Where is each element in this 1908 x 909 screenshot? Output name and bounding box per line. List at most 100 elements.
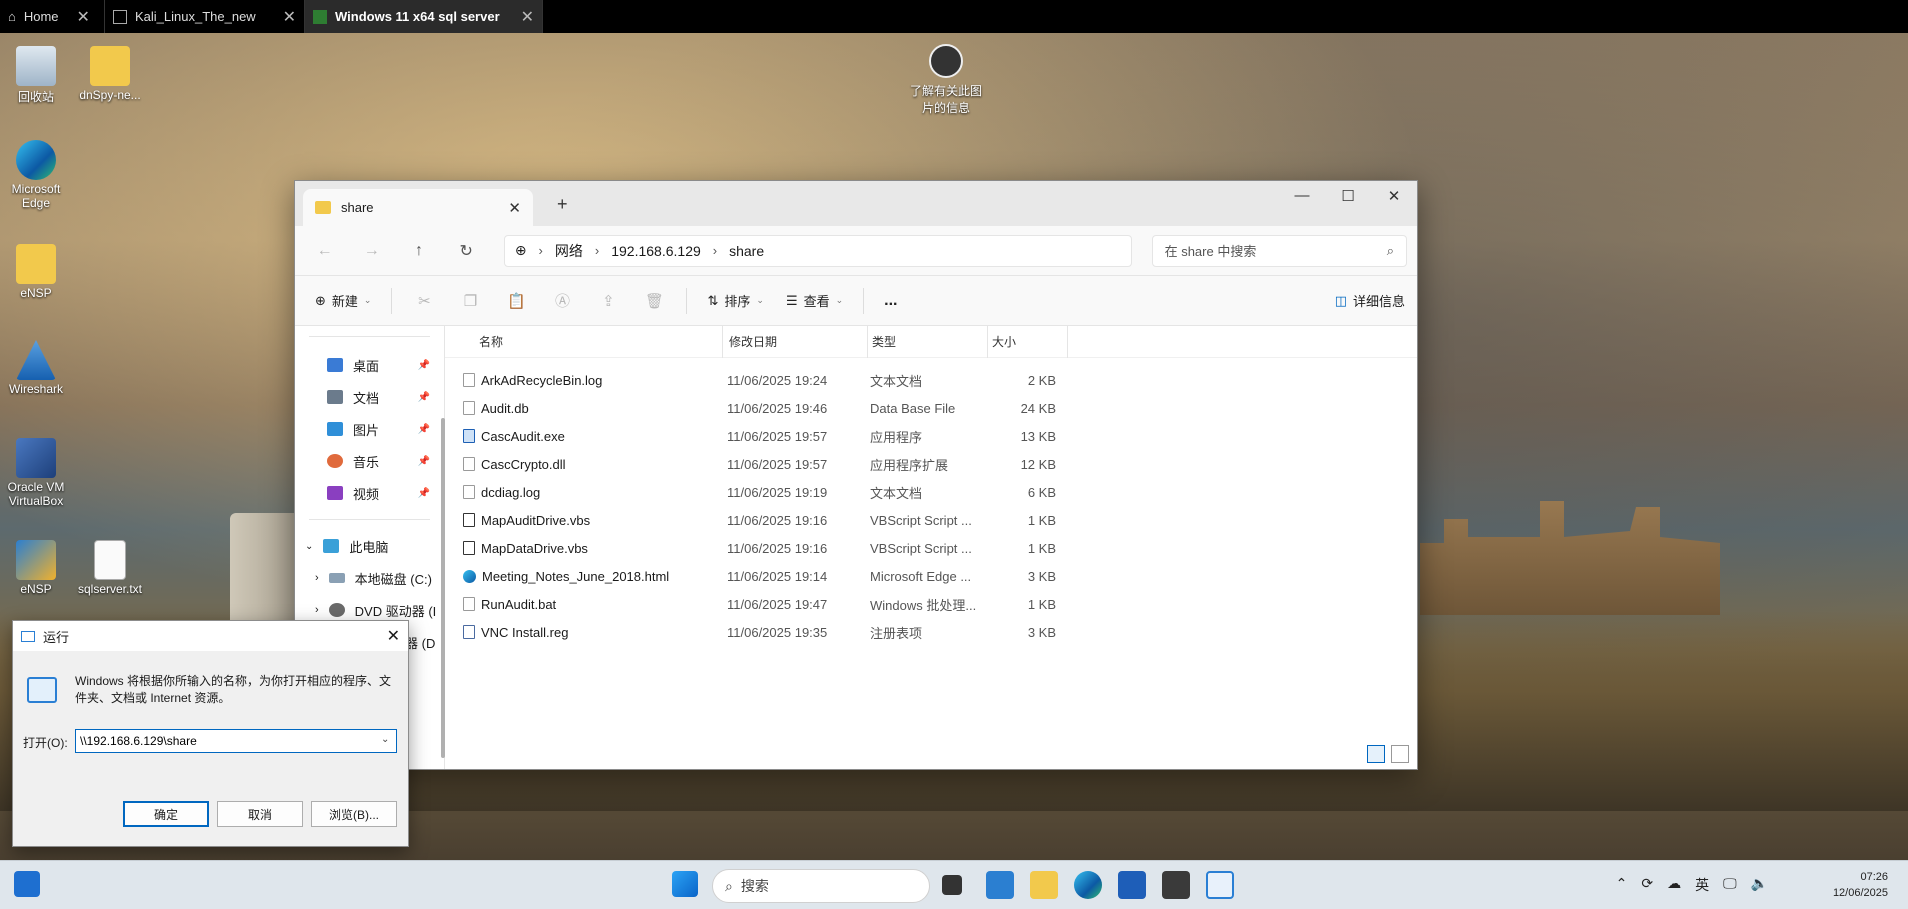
run-dialog-titlebar: 运行 ✕: [13, 621, 408, 651]
sort-button[interactable]: ⇅ 排序 ⌄: [699, 287, 771, 314]
command-bar: ⊕ 新建 ⌄ ✂ ❐ 📋 Ⓐ ⇪ 🗑 ⇅ 排序 ⌄ ☰ 查看 ⌄ ... ◫ 详…: [295, 276, 1417, 326]
file-row[interactable]: CascAudit.exe 11/06/2025 19:57 应用程序 13 K…: [445, 422, 1417, 450]
nav-item-documents[interactable]: 文档 📌: [295, 381, 444, 413]
chevron-right-icon: ›: [315, 572, 319, 584]
registry-file-icon: [463, 625, 475, 639]
forward-button[interactable]: →: [352, 242, 391, 260]
onedrive-icon[interactable]: ☁: [1667, 875, 1681, 895]
desktop-icon-wireshark[interactable]: Wireshark: [0, 340, 72, 396]
desktop-icon-sqlserver-txt[interactable]: sqlserver.txt: [74, 540, 146, 596]
new-button[interactable]: ⊕ 新建 ⌄: [307, 287, 379, 314]
view-button[interactable]: ☰ 查看 ⌄: [778, 287, 851, 314]
copy-button[interactable]: ❐: [450, 288, 490, 314]
terminal-icon[interactable]: [1162, 871, 1190, 899]
chevron-up-icon[interactable]: ⌃: [1616, 875, 1628, 895]
column-date[interactable]: 修改日期: [723, 325, 868, 358]
file-row[interactable]: CascCrypto.dll 11/06/2025 19:57 应用程序扩展 1…: [445, 450, 1417, 478]
desktop-icon-dnspy[interactable]: dnSpy-ne...: [74, 46, 146, 102]
new-tab-button[interactable]: +: [557, 194, 568, 215]
vm-tab-home[interactable]: ⌂ Home ✕: [0, 0, 105, 33]
file-type: 文本文档: [870, 373, 923, 389]
task-view-icon[interactable]: [942, 875, 962, 895]
nav-item-desktop[interactable]: 桌面 📌: [295, 349, 444, 381]
explorer-tab[interactable]: share ✕: [303, 189, 533, 226]
run-command-input[interactable]: [75, 729, 397, 753]
network-icon[interactable]: 🖵: [1723, 875, 1737, 895]
chevron-down-icon[interactable]: ⌄: [381, 734, 389, 745]
breadcrumb-folder[interactable]: share: [729, 243, 764, 259]
desktop-icon-virtualbox[interactable]: Oracle VM VirtualBox: [0, 438, 72, 508]
column-type[interactable]: 类型: [868, 325, 988, 358]
run-taskbar-icon[interactable]: [1206, 871, 1234, 899]
close-icon[interactable]: ✕: [521, 7, 534, 27]
browse-button[interactable]: 浏览(B)...: [311, 801, 397, 827]
cancel-button[interactable]: 取消: [217, 801, 303, 827]
up-button[interactable]: ↑: [399, 242, 438, 260]
ime-indicator[interactable]: 英: [1695, 875, 1709, 895]
address-bar[interactable]: ⊕ › 网络 › 192.168.6.129 › share: [503, 234, 1132, 267]
details-view-button[interactable]: [1367, 745, 1385, 763]
share-button[interactable]: ⇪: [588, 288, 628, 314]
chevron-down-icon: ⌄: [305, 540, 314, 552]
desktop-icon-ensp-folder[interactable]: eNSP: [0, 244, 72, 300]
file-row[interactable]: dcdiag.log 11/06/2025 19:19 文本文档 6 KB: [445, 478, 1417, 506]
file-row[interactable]: ArkAdRecycleBin.log 11/06/2025 19:24 文本文…: [445, 366, 1417, 394]
close-icon[interactable]: ✕: [387, 626, 400, 646]
taskbar-search[interactable]: ⌕ 搜索: [712, 869, 930, 903]
refresh-button[interactable]: ↻: [447, 241, 486, 261]
column-size[interactable]: 大小: [988, 325, 1068, 358]
file-type: 应用程序: [870, 429, 923, 445]
paste-button[interactable]: 📋: [496, 288, 536, 314]
desktop-icon-recycle-bin[interactable]: 回收站: [0, 46, 72, 105]
breadcrumb-host[interactable]: 192.168.6.129: [611, 243, 701, 259]
close-icon[interactable]: ✕: [77, 7, 90, 27]
wallpaper-info-icon[interactable]: 了解有关此图片的信息: [906, 44, 986, 116]
nav-item-local-disk[interactable]: › 本地磁盘 (C:): [295, 562, 444, 594]
store-icon[interactable]: [1118, 871, 1146, 899]
cut-button[interactable]: ✂: [404, 288, 444, 314]
file-row[interactable]: VNC Install.reg 11/06/2025 19:35 注册表项 3 …: [445, 618, 1417, 646]
maximize-button[interactable]: ☐: [1325, 187, 1371, 205]
clock[interactable]: 07:26 12/06/2025: [1833, 869, 1888, 901]
ok-button[interactable]: 确定: [123, 801, 209, 827]
nav-item-videos[interactable]: 视频 📌: [295, 477, 444, 509]
edge-icon[interactable]: [1074, 871, 1102, 899]
close-tab-icon[interactable]: ✕: [508, 199, 521, 217]
new-button-label: 新建: [331, 294, 358, 309]
desktop-icon-edge[interactable]: Microsoft Edge: [0, 140, 72, 210]
column-name[interactable]: 名称: [475, 325, 723, 358]
file-row[interactable]: MapDataDrive.vbs 11/06/2025 19:16 VBScri…: [445, 534, 1417, 562]
back-button[interactable]: ←: [305, 242, 344, 260]
desktop-icon-ensp[interactable]: eNSP: [0, 540, 72, 596]
file-explorer-icon[interactable]: [1030, 871, 1058, 899]
close-window-button[interactable]: ✕: [1371, 187, 1417, 205]
nav-item-this-pc[interactable]: ⌄ 此电脑: [295, 530, 444, 562]
details-pane-button[interactable]: ◫ 详细信息: [1335, 291, 1405, 310]
more-button[interactable]: ...: [876, 288, 905, 314]
file-name: ArkAdRecycleBin.log: [481, 372, 603, 388]
file-list: 名称 修改日期 类型 大小 ArkAdRecycleBin.log 11/06/…: [445, 325, 1417, 769]
nav-item-label: 器 (D: [405, 635, 436, 651]
nav-item-pictures[interactable]: 图片 📌: [295, 413, 444, 445]
nav-item-music[interactable]: 音乐 📌: [295, 445, 444, 477]
sync-icon[interactable]: ⟳: [1641, 875, 1653, 895]
file-row[interactable]: Audit.db 11/06/2025 19:46 Data Base File…: [445, 394, 1417, 422]
close-icon[interactable]: ✕: [283, 7, 296, 27]
vm-tab-windows[interactable]: Windows 11 x64 sql server ✕: [305, 0, 543, 33]
volume-icon[interactable]: 🔈: [1751, 875, 1768, 895]
delete-button[interactable]: 🗑: [634, 288, 674, 314]
breadcrumb-network[interactable]: 网络: [555, 241, 583, 261]
start-button[interactable]: [672, 871, 698, 897]
rename-button[interactable]: Ⓐ: [542, 286, 582, 315]
file-row[interactable]: MapAuditDrive.vbs 11/06/2025 19:16 VBScr…: [445, 506, 1417, 534]
minimize-button[interactable]: —: [1279, 187, 1325, 204]
widgets-icon[interactable]: [14, 871, 40, 897]
tiles-view-button[interactable]: [1391, 745, 1409, 763]
explorer-body: 桌面 📌 文档 📌 图片 📌 音乐 📌 视频 📌 ⌄ 此电脑 › 本地磁盘 (C…: [295, 325, 1417, 769]
app-icon[interactable]: [986, 871, 1014, 899]
file-row[interactable]: RunAudit.bat 11/06/2025 19:47 Windows 批处…: [445, 590, 1417, 618]
file-row[interactable]: Meeting_Notes_June_2018.html 11/06/2025 …: [445, 562, 1417, 590]
vm-tab-kali[interactable]: Kali_Linux_The_new ✕: [105, 0, 305, 33]
desktop-icon-label: Microsoft Edge: [11, 182, 61, 210]
search-box[interactable]: 在 share 中搜索 ⌕: [1151, 234, 1407, 267]
